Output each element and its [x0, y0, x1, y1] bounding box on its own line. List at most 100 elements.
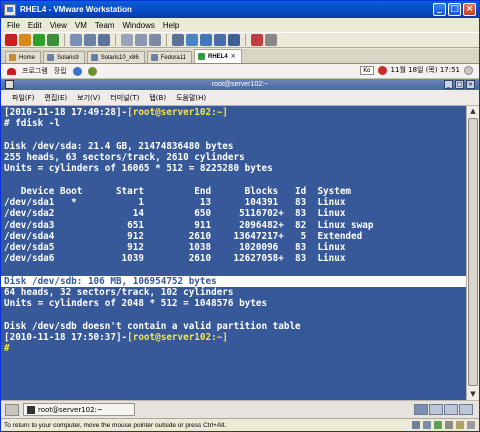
update-notifier-icon[interactable] — [377, 65, 387, 75]
scroll-down-arrow-icon[interactable]: ▼ — [467, 389, 479, 400]
tab-solaris9[interactable]: Solaris9 — [43, 51, 85, 63]
clock[interactable]: 11월 18일 (목) 17:51 — [391, 65, 460, 75]
prompt-timestamp: [2010-11-18 17:49:28]- — [4, 107, 128, 118]
terminal-title: root@server102:~ — [211, 81, 269, 88]
show-sidebar-icon[interactable] — [121, 34, 133, 46]
snapshot-icon[interactable] — [70, 34, 82, 46]
terminal-maximize-button[interactable]: □ — [455, 80, 464, 89]
tab-rhel4[interactable]: RHEL4 ✕ — [193, 49, 242, 63]
workspace-3[interactable] — [444, 404, 458, 415]
terminal-menu-view[interactable]: 보기(V) — [72, 93, 105, 103]
vmware-window: RHEL4 - VMware Workstation _ □ × File Ed… — [0, 0, 480, 432]
close-button[interactable]: × — [463, 3, 476, 16]
tab-label: Solaris9 — [57, 54, 79, 61]
terminal-menu-edit[interactable]: 편집(E) — [39, 93, 72, 103]
summary-view-icon[interactable] — [149, 34, 161, 46]
terminal-menu-tabs[interactable]: 탭(B) — [144, 93, 171, 103]
terminal-menu-help[interactable]: 도움말(H) — [171, 93, 211, 103]
unity-icon[interactable] — [186, 34, 198, 46]
vmware-app-icon — [4, 3, 16, 16]
terminal-minimize-button[interactable]: _ — [444, 80, 453, 89]
tab-solaris10[interactable]: Solaris10_x86 — [86, 51, 145, 63]
hard-disk-icon[interactable] — [412, 421, 420, 429]
record-icon[interactable] — [251, 34, 263, 46]
terminal-line: /dev/sda5 912 1038 1020096 83 Linux — [4, 242, 346, 253]
taskbar-item-label: root@server102:~ — [38, 405, 103, 414]
terminal-line: 64 heads, 32 sectors/track, 102 cylinder… — [4, 287, 234, 298]
tab-label: Fedora11 — [160, 54, 186, 61]
tab-fedora11[interactable]: Fedora11 — [146, 51, 192, 63]
system-tray: Ko 11월 18일 (목) 17:51 — [360, 65, 473, 75]
browser-launcher-icon[interactable] — [72, 66, 82, 76]
snapshot-manager-icon[interactable] — [98, 34, 110, 46]
prompt-host: [root@server102:~] — [127, 332, 228, 343]
cdrom-icon[interactable] — [423, 421, 431, 429]
menu-edit[interactable]: Edit — [24, 21, 46, 30]
menu-help[interactable]: Help — [159, 21, 183, 30]
quick-switch-icon[interactable] — [135, 34, 147, 46]
menubar: File Edit View VM Team Windows Help — [1, 18, 479, 32]
terminal-menu-terminal[interactable]: 터미널(T) — [105, 93, 144, 103]
vm-icon — [150, 54, 158, 61]
window-title: RHEL4 - VMware Workstation — [20, 5, 132, 14]
terminal-close-button[interactable]: × — [466, 80, 475, 89]
sound-icon[interactable] — [456, 421, 464, 429]
toolbar-separator — [245, 34, 246, 46]
show-desktop-icon[interactable] — [5, 403, 19, 416]
tab-label: RHEL4 — [207, 53, 228, 60]
usb-icon[interactable] — [445, 421, 453, 429]
full-screen-icon[interactable] — [172, 34, 184, 46]
terminal-window-controls: _ □ × — [444, 80, 475, 89]
minimize-button[interactable]: _ — [433, 3, 446, 16]
thumbnail-view-icon[interactable] — [214, 34, 226, 46]
menu-view[interactable]: View — [46, 21, 71, 30]
console-view-icon[interactable] — [200, 34, 212, 46]
prompt-symbol: # — [4, 343, 10, 355]
taskbar-terminal-item[interactable]: root@server102:~ — [23, 403, 135, 416]
terminal-line: 255 heads, 63 sectors/track, 2610 cylind… — [4, 152, 245, 163]
fit-guest-icon[interactable] — [228, 34, 240, 46]
power-on-icon[interactable] — [33, 34, 45, 46]
terminal-scrollbar[interactable]: ▲ ▼ — [466, 106, 478, 400]
menu-vm[interactable]: VM — [71, 21, 91, 30]
reset-icon[interactable] — [47, 34, 59, 46]
workspace-4[interactable] — [459, 404, 473, 415]
replay-icon[interactable] — [265, 34, 277, 46]
scroll-up-arrow-icon[interactable]: ▲ — [467, 106, 479, 117]
window-titlebar[interactable]: RHEL4 - VMware Workstation _ □ × — [1, 1, 479, 18]
redhat-logo-icon[interactable] — [7, 67, 16, 75]
suspend-icon[interactable] — [19, 34, 31, 46]
input-method-indicator[interactable]: Ko — [360, 65, 374, 75]
window-controls: _ □ × — [433, 3, 476, 16]
close-tab-icon[interactable]: ✕ — [231, 53, 236, 60]
tab-home[interactable]: Home — [5, 51, 42, 63]
maximize-button[interactable]: □ — [448, 3, 461, 16]
terminal-line: /dev/sda2 14 650 5116702+ 83 Linux — [4, 208, 346, 220]
menu-team[interactable]: Team — [91, 21, 119, 30]
network-icon[interactable] — [434, 421, 442, 429]
places-menu[interactable]: 장립 — [54, 66, 67, 76]
toolbar-separator — [166, 34, 167, 46]
menu-file[interactable]: File — [3, 21, 24, 30]
terminal-menu-file[interactable]: 파일(F) — [7, 93, 39, 103]
workspace-1[interactable] — [414, 404, 428, 415]
status-hint-text: To return to your computer, move the mou… — [4, 421, 227, 429]
terminal-line: Units = cylinders of 2048 * 512 = 104857… — [4, 298, 268, 310]
vm-running-icon — [197, 53, 205, 60]
guest-top-panel: 프로그램 장립 Ko 11월 18일 (목) 17:51 — [1, 64, 479, 79]
mail-launcher-icon[interactable] — [87, 66, 97, 76]
power-off-icon[interactable] — [5, 34, 17, 46]
applications-menu[interactable]: 프로그램 — [22, 66, 48, 76]
terminal-output[interactable]: [2010-11-18 17:49:28]- [root@server102:~]… — [1, 106, 467, 400]
scrollbar-thumb[interactable] — [468, 118, 478, 386]
volume-icon[interactable] — [464, 65, 473, 75]
revert-snapshot-icon[interactable] — [84, 34, 96, 46]
workspace-switcher — [414, 404, 473, 415]
home-icon — [9, 54, 16, 61]
terminal-titlebar[interactable]: root@server102:~ _ □ × — [1, 79, 479, 90]
menu-windows[interactable]: Windows — [118, 21, 158, 30]
messages-icon[interactable] — [467, 421, 475, 429]
device-status-icons — [412, 421, 475, 429]
tab-label: Solaris10_x86 — [100, 54, 139, 61]
workspace-2[interactable] — [429, 404, 443, 415]
